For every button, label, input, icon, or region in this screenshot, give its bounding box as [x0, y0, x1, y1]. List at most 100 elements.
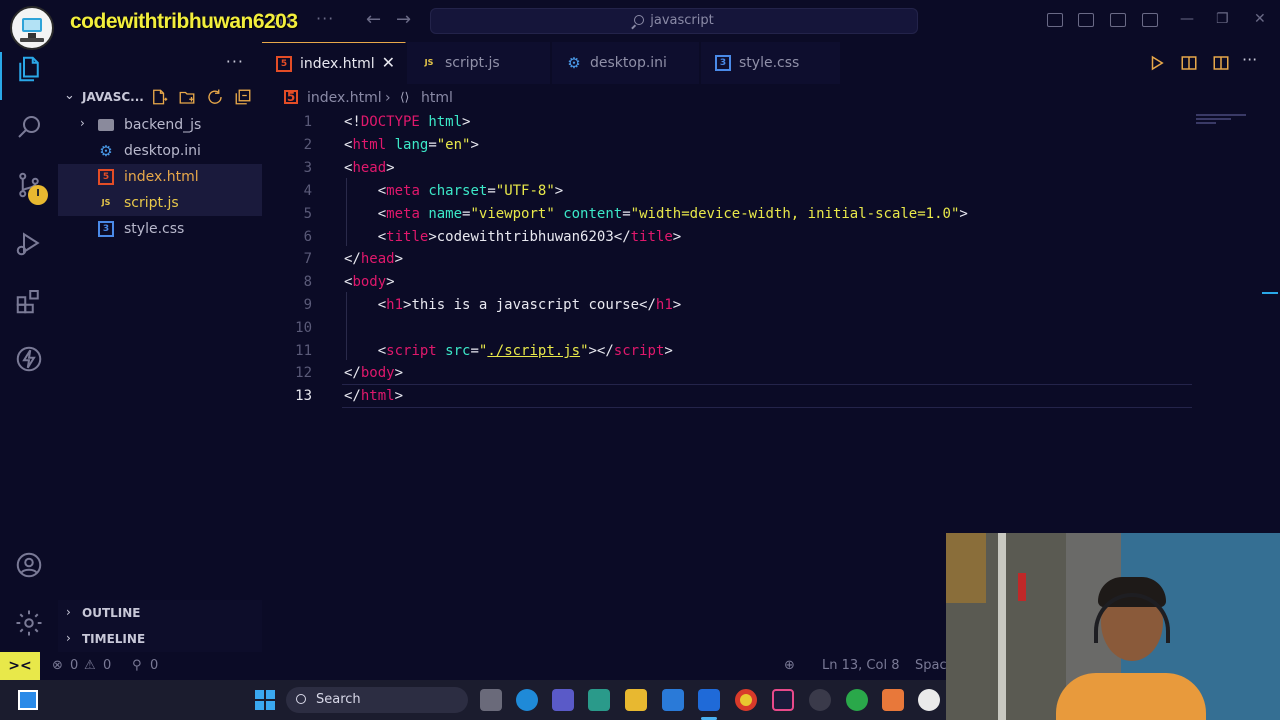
toggle-panel-icon[interactable] [1078, 13, 1094, 27]
tree-item-script-js[interactable]: JS script.js [58, 190, 262, 216]
code-line: <head> [344, 160, 395, 176]
search-text: javascript [650, 13, 714, 28]
tab-index-html[interactable]: 5 index.html ✕ [262, 42, 406, 84]
edge-icon[interactable] [516, 689, 538, 711]
app-icon-2[interactable] [809, 689, 831, 711]
tree-item-index-html[interactable]: 5 index.html [58, 164, 262, 190]
minimize-button[interactable]: — [1180, 11, 1194, 27]
html5-icon: 5 [276, 56, 292, 72]
breadcrumb-file[interactable]: index.html [307, 90, 382, 106]
restore-button[interactable]: ❐ [1216, 11, 1229, 27]
back-arrow-icon[interactable]: ← [366, 9, 381, 30]
teams-icon[interactable] [552, 689, 574, 711]
ports-count[interactable]: 0 [150, 658, 158, 673]
tree-item-label: desktop.ini [124, 143, 201, 159]
indentation-setting[interactable]: Spac [915, 658, 947, 673]
close-icon[interactable]: ✕ [382, 53, 395, 72]
open-preview-icon[interactable] [1180, 54, 1198, 72]
search-icon[interactable] [14, 112, 44, 142]
code-line: <!DOCTYPE html> [344, 114, 471, 130]
workspace-folder-header[interactable]: ⌄ JAVASC... [58, 84, 262, 110]
tab-script-js[interactable]: JS script.js [407, 42, 551, 84]
gear-icon: ⚙ [99, 142, 113, 160]
new-folder-icon[interactable] [178, 88, 196, 106]
line-number: 1 [303, 114, 312, 130]
webcam-object [1018, 573, 1026, 601]
error-icon[interactable]: ⊗ [52, 658, 63, 673]
explorer-more-button[interactable]: ··· [226, 52, 244, 71]
code-line: <script src="./script.js"></script> [377, 343, 673, 359]
settings-gear-icon[interactable] [14, 608, 44, 638]
element-icon: ⟨⟩ [400, 90, 410, 104]
app-icon[interactable] [588, 689, 610, 711]
explorer-icon[interactable] [14, 54, 44, 84]
tree-item-desktop-ini[interactable]: ⚙ desktop.ini [58, 138, 262, 164]
widgets-icon[interactable] [18, 690, 38, 710]
warning-icon[interactable]: ⚠ [84, 658, 96, 673]
file-explorer-icon[interactable] [625, 689, 647, 711]
thunder-client-icon[interactable] [14, 344, 44, 374]
refresh-icon[interactable] [206, 88, 224, 106]
tree-item-backend-js[interactable]: › backend_js [58, 112, 262, 138]
line-number: 10 [295, 320, 312, 336]
webcam-cloth [946, 533, 986, 603]
toggle-secondary-sidebar-icon[interactable] [1110, 13, 1126, 27]
remote-indicator-button[interactable]: >< [0, 652, 40, 680]
windows-start-icon[interactable] [255, 690, 275, 710]
run-icon[interactable] [1148, 54, 1166, 72]
toggle-sidebar-icon[interactable] [1047, 13, 1063, 27]
ports-icon[interactable]: ⚲ [132, 658, 142, 673]
command-center-search[interactable]: javascript [430, 8, 918, 34]
close-window-button[interactable]: ✕ [1254, 11, 1266, 27]
timeline-section-header[interactable]: › TIMELINE [58, 626, 262, 652]
tab-label: index.html [300, 56, 375, 72]
mongodb-icon[interactable] [846, 689, 868, 711]
warning-count[interactable]: 0 [103, 658, 111, 673]
code-editor[interactable]: 1 2 3 4 5 6 7 8 9 10 11 12 13 <!DOCTYPE … [262, 110, 1222, 540]
code-line: </html> [344, 388, 404, 404]
minimap[interactable] [1196, 112, 1246, 126]
cursor-position[interactable]: Ln 13, Col 8 [822, 658, 899, 673]
extensions-icon[interactable] [14, 286, 44, 316]
tab-label: style.css [739, 55, 800, 71]
line-number-current: 13 [295, 388, 312, 404]
forward-arrow-icon[interactable]: → [396, 9, 411, 30]
task-view-icon[interactable] [480, 689, 502, 711]
xampp-icon[interactable] [882, 689, 904, 711]
line-number: 11 [295, 343, 312, 359]
intellij-icon[interactable] [772, 689, 794, 711]
tab-label: script.js [445, 55, 500, 71]
title-bar: codewithtribhuwan6203 Go ··· ← → javascr… [0, 0, 1280, 50]
collapse-all-icon[interactable] [234, 88, 252, 106]
chevron-down-icon: ⌄ [64, 88, 75, 103]
app-icon-3[interactable] [918, 689, 940, 711]
customize-layout-icon[interactable] [1142, 13, 1158, 27]
vscode-icon[interactable] [698, 689, 720, 711]
tab-style-css[interactable]: 3 style.css [701, 42, 841, 84]
error-count[interactable]: 0 [70, 658, 78, 673]
split-editor-icon[interactable] [1212, 54, 1230, 72]
scrollbar-marker [1262, 292, 1278, 294]
explorer-sidebar: ··· ⌄ JAVASC... › backend_js ⚙ desktop.i… [58, 42, 262, 652]
chrome-icon[interactable] [735, 689, 757, 711]
workspace-folder-name: JAVASC... [82, 90, 144, 104]
editor-more-button[interactable]: ··· [1242, 50, 1260, 69]
account-icon[interactable] [14, 550, 44, 580]
tab-label: desktop.ini [590, 55, 667, 71]
active-indicator [0, 52, 2, 100]
presenter-shirt [1056, 673, 1206, 720]
outline-section-header[interactable]: › OUTLINE [58, 600, 262, 626]
zoom-icon[interactable]: ⊕ [784, 658, 795, 673]
run-debug-icon[interactable] [14, 228, 44, 258]
line-number: 5 [303, 206, 312, 222]
breadcrumb-node[interactable]: html [421, 90, 453, 106]
taskbar-search-label: Search [316, 692, 361, 707]
menu-more-button[interactable]: ··· [316, 9, 334, 28]
tree-item-style-css[interactable]: 3 style.css [58, 216, 262, 242]
js-icon: JS [424, 58, 434, 67]
chevron-right-icon: › [80, 116, 85, 130]
taskbar-search[interactable]: Search [286, 687, 468, 713]
store-icon[interactable] [662, 689, 684, 711]
new-file-icon[interactable] [150, 88, 168, 106]
tab-desktop-ini[interactable]: ⚙ desktop.ini [552, 42, 700, 84]
